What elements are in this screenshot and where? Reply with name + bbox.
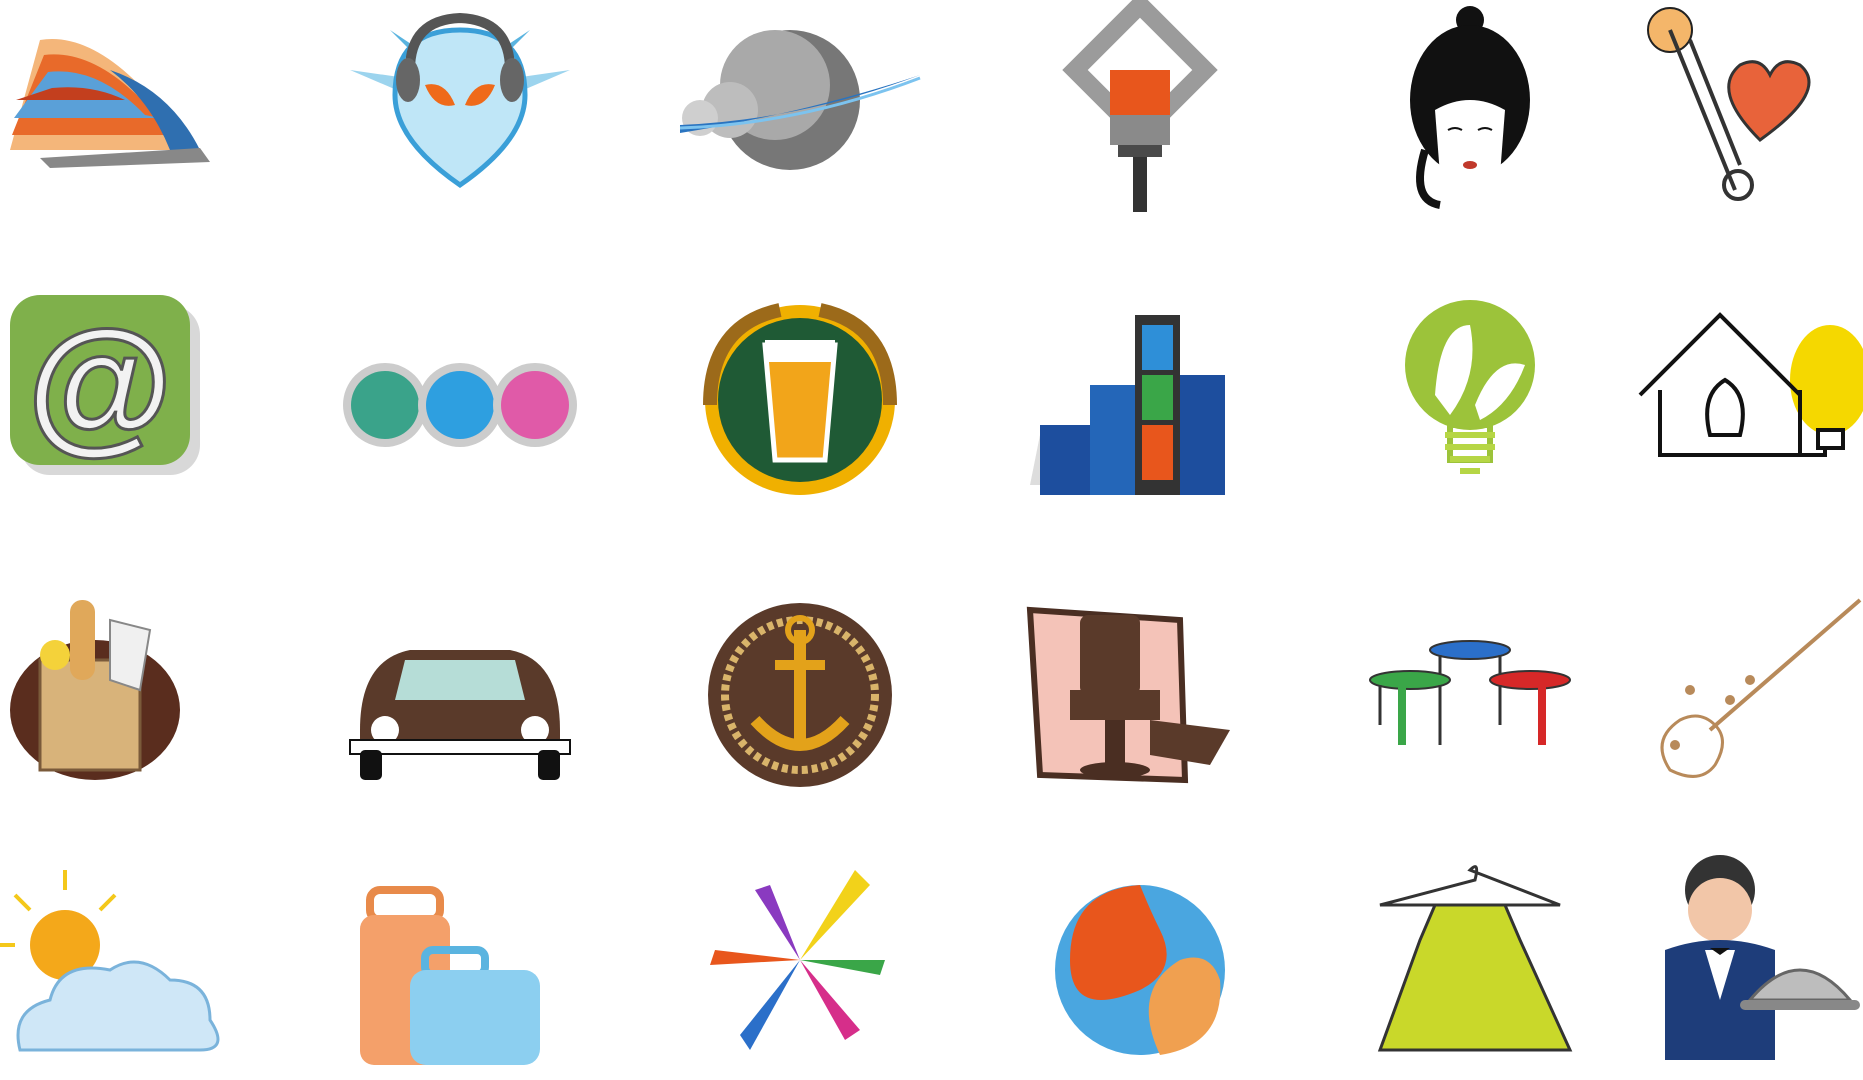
colorful-star-burst-icon	[670, 850, 930, 1080]
city-film-strip-icon	[1010, 285, 1270, 515]
barber-chair-icon	[1010, 580, 1270, 810]
paint-brush-house-icon	[1010, 0, 1270, 230]
three-colored-circles-icon	[330, 285, 590, 515]
swirl-sphere-icon	[1010, 850, 1270, 1080]
sailboat-stripes-icon	[0, 0, 260, 230]
svg-text:@: @	[27, 299, 173, 467]
logo-icon-sheet: @	[0, 0, 1863, 1065]
waiter-cloche-icon	[1630, 850, 1863, 1080]
guitar-music-notes-icon	[1630, 580, 1863, 810]
at-sign-3d-icon: @	[0, 285, 260, 515]
woman-bun-face-icon	[1340, 0, 1600, 230]
sun-cloud-icon	[0, 850, 260, 1080]
house-lightbulb-plug-icon	[1630, 285, 1863, 515]
beer-glass-wreath-icon	[670, 285, 930, 515]
dress-hanger-icon	[1340, 850, 1600, 1080]
safety-pin-heart-icon	[1630, 0, 1863, 230]
vintage-beetle-car-icon	[330, 580, 590, 810]
anchor-rope-badge-icon	[670, 580, 930, 810]
leaf-lightbulb-icon	[1340, 285, 1600, 515]
saturn-planet-icon	[670, 0, 930, 230]
alien-headphones-icon	[330, 0, 590, 230]
luggage-bags-icon	[330, 850, 590, 1080]
colored-tables-icon	[1340, 580, 1600, 810]
grocery-bag-icon	[0, 580, 260, 810]
